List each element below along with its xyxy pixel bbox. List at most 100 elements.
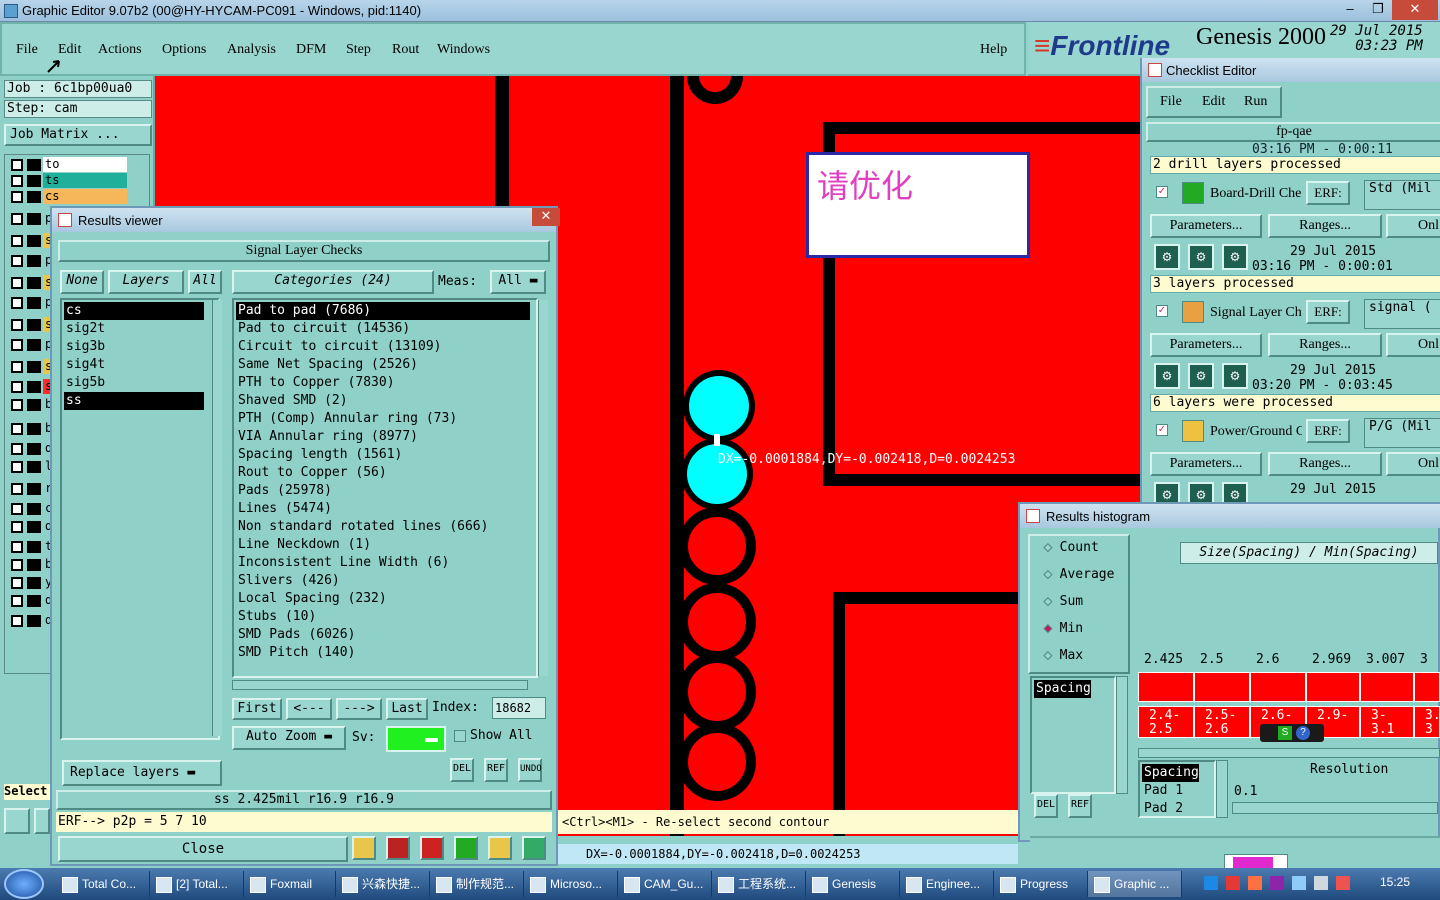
checklist-menu-edit[interactable]: Edit [1202,94,1225,110]
resolution-slider[interactable] [1232,802,1438,814]
histogram-titlebar[interactable]: Results histogram [1020,504,1440,528]
taskbar-item[interactable]: Total Co... [56,871,150,897]
layer-checkbox[interactable] [11,595,23,607]
prev-button[interactable]: <--- [286,698,332,720]
menu-edit[interactable]: Edit [58,42,81,58]
bottom-field-list[interactable]: Spacing Pad 1 Pad 2 [1138,760,1216,818]
bottom-item-pad1[interactable]: Pad 1 [1142,782,1183,800]
action-run-icon[interactable]: ⚙ [1154,363,1180,389]
layer-affected-marker[interactable] [27,577,41,589]
layer-affected-marker[interactable] [27,361,41,373]
layer-affected-marker[interactable] [27,297,41,309]
layer-affected-marker[interactable] [27,503,41,515]
layer-row[interactable]: to [7,157,145,173]
results-layer-list[interactable]: cs sig2t sig3b sig4t sig5b ss [60,298,220,740]
hist-bar[interactable] [1360,672,1414,702]
action-name[interactable]: Power/Ground C [1210,424,1302,440]
layer-affected-marker[interactable] [27,319,41,331]
category-item[interactable]: Stubs (10) [236,608,530,626]
action-run-icon[interactable]: ⚙ [1222,244,1248,270]
hist-range-bar[interactable]: 3. 3 [1414,706,1440,738]
layer-affected-marker[interactable] [27,595,41,607]
layer-affected-marker[interactable] [27,423,41,435]
taskbar-item[interactable]: 制作规范... [430,871,524,897]
action-run-icon[interactable]: ⚙ [1154,244,1180,270]
hist-bar[interactable] [1250,672,1306,702]
layers-button[interactable]: Layers [108,270,184,294]
layer-name[interactable]: cs [43,189,127,204]
mode-radio-max[interactable]: ◆ Max [1044,648,1084,664]
menu-analysis[interactable]: Analysis [227,42,276,58]
category-item[interactable]: SMD Pitch (140) [236,644,530,662]
first-button[interactable]: First [232,698,282,720]
layer-affected-marker[interactable] [27,483,41,495]
results-viewer-titlebar[interactable]: Results viewer [52,208,556,232]
only-button[interactable]: Onl [1386,333,1440,357]
layer-checkbox[interactable] [11,483,23,495]
layer-checkbox[interactable] [11,255,23,267]
results-layer-item[interactable]: sig4t [64,356,204,374]
histogram-field-list[interactable]: Spacing [1030,676,1116,794]
action-erf-select[interactable]: signal ( [1364,299,1440,329]
layer-affected-marker[interactable] [27,443,41,455]
checklist-titlebar[interactable]: Checklist Editor [1142,58,1440,82]
bottom-item-pad2[interactable]: Pad 2 [1142,800,1183,818]
close-window-button[interactable]: ✕ [1392,0,1438,20]
category-item[interactable]: Circuit to circuit (13109) [236,338,530,356]
menu-help[interactable]: Help [980,42,1007,58]
only-button[interactable]: Onl [1386,452,1440,476]
results-layer-item[interactable]: sig2t [64,320,204,338]
layer-checkbox[interactable] [11,339,23,351]
layer-list-scrollbar[interactable] [212,300,222,736]
tray-volume-icon[interactable] [1314,876,1328,890]
taskbar-item[interactable]: 工程系统... [712,871,806,897]
layer-affected-marker[interactable] [27,615,41,627]
auto-zoom-select[interactable]: Auto Zoom ▬ [232,726,346,750]
layer-checkbox[interactable] [11,577,23,589]
checklist-menu-file[interactable]: File [1160,94,1182,110]
pair-icon[interactable] [454,836,478,860]
floating-toolbar[interactable]: S ? [1260,724,1324,742]
del-icon[interactable]: DEL [450,758,474,782]
checklist-menu-run[interactable]: Run [1244,94,1267,110]
parameters-button[interactable]: Parameters... [1150,452,1262,476]
close-button[interactable]: Close [58,836,348,862]
results-layer-item[interactable]: cs [64,302,204,320]
layer-affected-marker[interactable] [27,541,41,553]
tray-app-icon-1[interactable] [1204,876,1218,890]
menu-options[interactable]: Options [162,42,206,58]
mode-radio-sum[interactable]: ◆ Sum [1044,594,1084,610]
layer-checkbox[interactable] [11,399,23,411]
start-button[interactable] [4,869,44,899]
category-item[interactable]: Pad to pad (7686) [236,302,530,320]
layer-checkbox[interactable] [11,423,23,435]
category-item[interactable]: Spacing length (1561) [236,446,530,464]
parameters-button[interactable]: Parameters... [1150,333,1262,357]
layer-checkbox[interactable] [11,615,23,627]
layer-checkbox[interactable] [11,175,23,187]
category-item[interactable]: SMD Pads (6026) [236,626,530,644]
action-run-icon[interactable]: ⚙ [1188,244,1214,270]
category-item[interactable]: Local Spacing (232) [236,590,530,608]
field-item-spacing[interactable]: Spacing [1034,680,1091,698]
categories-scrollbar[interactable] [538,300,548,676]
layer-name[interactable]: to [43,157,127,172]
hist-range-bar[interactable]: 3- 3.1 [1360,706,1414,738]
category-item[interactable]: Pads (25978) [236,482,530,500]
layer-checkbox[interactable] [11,559,23,571]
layer-row[interactable]: cs [7,189,145,205]
action-name[interactable]: Board-Drill Che [1210,186,1302,202]
hist-range-bar[interactable]: 2.4- 2.5 [1138,706,1194,738]
tray-app-icon-3[interactable] [1248,876,1262,890]
category-item[interactable]: Shaved SMD (2) [236,392,530,410]
histogram-icon[interactable] [522,836,546,860]
results-layer-item[interactable]: sig3b [64,338,204,356]
taskbar-item[interactable]: 兴森快捷... [336,871,430,897]
layer-affected-marker[interactable] [27,521,41,533]
category-item[interactable]: Slivers (426) [236,572,530,590]
all-button[interactable]: All [188,270,222,294]
reject-icon[interactable] [420,836,444,860]
last-button[interactable]: Last [386,698,428,720]
action-erf-select[interactable]: Std (Mil [1364,180,1440,210]
layer-checkbox[interactable] [11,541,23,553]
